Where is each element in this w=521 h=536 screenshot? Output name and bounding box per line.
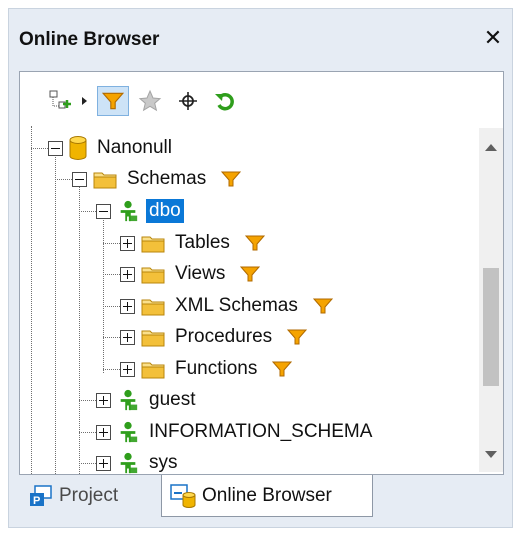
tree-connector — [103, 369, 120, 370]
project-icon: P — [30, 485, 52, 507]
node-label: INFORMATION_SCHEMA — [149, 421, 373, 442]
tree-connector — [103, 274, 120, 275]
node-label: guest — [149, 389, 196, 410]
tree-connector — [79, 463, 96, 464]
favorites-star-icon — [138, 89, 162, 112]
folder-icon — [93, 169, 117, 189]
scroll-down-arrow-icon[interactable] — [484, 450, 498, 460]
tree-node-schemas[interactable]: Schemas — [72, 164, 241, 194]
expand-toggle[interactable] — [96, 455, 111, 471]
tree-connector — [103, 218, 104, 373]
expand-toggle[interactable] — [120, 266, 135, 282]
expand-toggle[interactable] — [120, 329, 135, 345]
toolbar — [20, 72, 503, 126]
favorites-button[interactable] — [135, 86, 165, 116]
schema-user-icon — [117, 200, 139, 222]
tree-node-guest[interactable]: guest — [96, 385, 198, 415]
tree-connector — [79, 186, 80, 474]
tree-connector — [103, 337, 120, 338]
filter-icon[interactable] — [272, 361, 292, 377]
folder-icon — [141, 327, 165, 347]
expand-toggle[interactable] — [96, 424, 111, 440]
collapse-toggle[interactable] — [48, 140, 63, 156]
add-datasource-icon — [49, 90, 71, 109]
database-icon — [69, 136, 87, 160]
collapse-toggle[interactable] — [96, 203, 111, 219]
collapse-toggle[interactable] — [72, 171, 87, 187]
tab-online-browser[interactable]: Online Browser — [161, 475, 373, 517]
expand-toggle[interactable] — [120, 235, 135, 251]
folder-icon — [141, 233, 165, 253]
tree-node-tables[interactable]: Tables — [120, 228, 265, 258]
tree-connector — [31, 126, 32, 474]
scrollbar-thumb[interactable] — [483, 268, 499, 386]
dropdown-arrow-icon — [82, 97, 87, 105]
tree-node-dbo[interactable]: dbo — [96, 196, 184, 226]
folder-icon — [141, 359, 165, 379]
tree-connector — [31, 148, 48, 149]
refresh-button[interactable] — [210, 86, 240, 116]
node-label: Tables — [175, 232, 230, 253]
folder-icon — [141, 296, 165, 316]
add-datasource-dropdown[interactable] — [78, 86, 92, 116]
tree-connector — [55, 179, 72, 180]
tree-node-information-schema[interactable]: INFORMATION_SCHEMA — [96, 417, 375, 447]
tree-node-sys[interactable]: sys — [96, 448, 181, 474]
tree-node-xml-schemas[interactable]: XML Schemas — [120, 291, 333, 321]
filter-icon[interactable] — [240, 266, 260, 282]
tree-node-views[interactable]: Views — [120, 259, 260, 289]
refresh-icon — [215, 92, 234, 111]
tree-connector — [55, 155, 56, 474]
tree-connector — [103, 243, 120, 244]
node-label: XML Schemas — [175, 295, 298, 316]
tree-node-functions[interactable]: Functions — [120, 354, 292, 384]
filter-icon[interactable] — [221, 171, 241, 187]
filter-icon — [102, 92, 124, 110]
locate-button[interactable] — [173, 86, 203, 116]
node-label-selected: dbo — [146, 199, 184, 223]
tree-connector — [79, 432, 96, 433]
scroll-up-arrow-icon[interactable] — [484, 142, 498, 152]
filter-icon[interactable] — [313, 298, 333, 314]
schema-user-icon — [117, 421, 139, 443]
online-browser-icon — [170, 483, 196, 508]
tab-label: Online Browser — [202, 484, 332, 506]
node-label: Schemas — [127, 168, 207, 189]
node-label: Views — [175, 263, 226, 284]
node-label: Functions — [175, 358, 258, 379]
crosshair-locate-icon — [179, 92, 197, 110]
browser-panel: Nanonull Schemas dbo Tables Views XML Sc… — [19, 71, 504, 475]
tree-view: Nanonull Schemas dbo Tables Views XML Sc… — [20, 126, 480, 474]
expand-toggle[interactable] — [96, 392, 111, 408]
schema-user-icon — [117, 389, 139, 411]
tree-connector — [103, 306, 120, 307]
expand-toggle[interactable] — [120, 298, 135, 314]
window-title: Online Browser — [19, 29, 160, 50]
filter-icon[interactable] — [287, 329, 307, 345]
tree-node-nanonull[interactable]: Nanonull — [48, 133, 175, 163]
bottom-tab-bar: P Project Online Browser — [19, 475, 504, 525]
node-label: Nanonull — [97, 137, 172, 158]
vertical-scrollbar[interactable] — [479, 128, 503, 472]
filter-toggle-button[interactable] — [97, 86, 129, 116]
tab-label: Project — [59, 485, 119, 506]
title-bar: Online Browser ✕ — [9, 9, 512, 69]
tree-node-procedures[interactable]: Procedures — [120, 322, 307, 352]
expand-toggle[interactable] — [120, 361, 135, 377]
close-icon[interactable]: ✕ — [480, 25, 506, 51]
tree-connector — [79, 400, 96, 401]
tab-project[interactable]: P Project — [25, 475, 157, 517]
node-label: Procedures — [175, 326, 273, 347]
filter-icon[interactable] — [245, 235, 265, 251]
node-label: sys — [149, 452, 178, 473]
online-browser-window: Online Browser ✕ Nanonull Schemas dbo Ta… — [8, 8, 513, 528]
tree-connector — [79, 211, 96, 212]
folder-icon — [141, 264, 165, 284]
schema-user-icon — [117, 452, 139, 474]
add-datasource-button[interactable] — [44, 86, 76, 116]
svg-text:P: P — [33, 495, 40, 507]
